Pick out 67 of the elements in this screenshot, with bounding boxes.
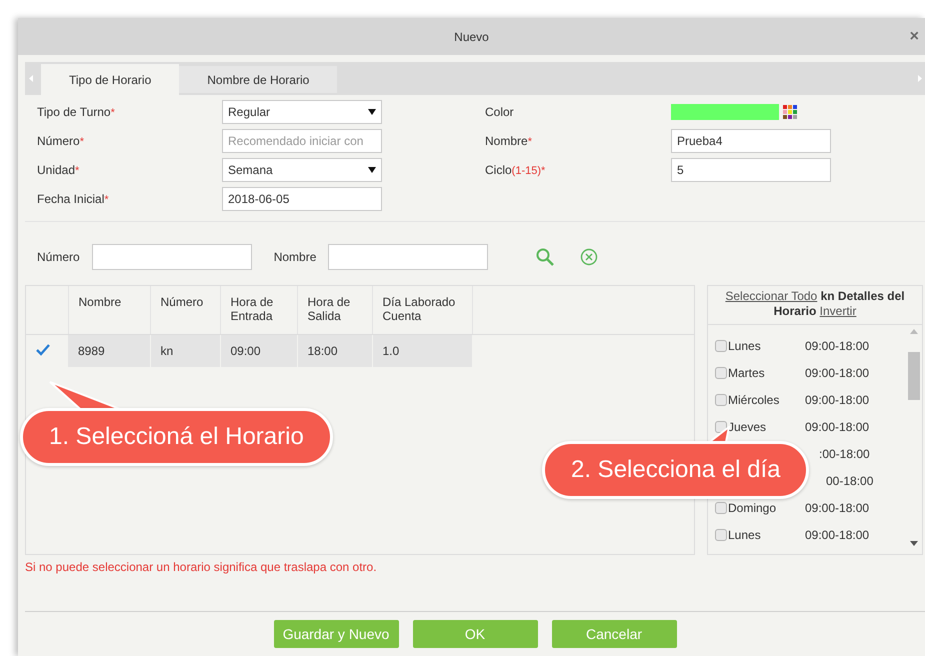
color-swatch[interactable] (671, 104, 779, 120)
dropdown-caret-icon (368, 167, 376, 173)
day-name: Martes (728, 366, 765, 380)
select-all-link[interactable]: Seleccionar Todo (725, 289, 818, 303)
panel-header-text: Seleccionar Todo kn Detalles del Horario Invertir (708, 286, 922, 325)
input-field[interactable]: 2018-06-05 (222, 187, 382, 211)
table-cell: 09:00 (220, 334, 297, 366)
search-field[interactable] (92, 244, 252, 270)
table-cell: kn (150, 334, 220, 366)
tab[interactable]: Tipo de Horario (41, 64, 180, 95)
time-range: 09:00-18:00 (805, 528, 870, 542)
input-field[interactable]: Prueba4 (671, 129, 831, 153)
day-checkbox[interactable] (715, 366, 727, 378)
time-range: 09:00-18:00 (805, 392, 870, 406)
search-icon[interactable] (536, 248, 554, 266)
table-cell: 18:00 (297, 334, 372, 366)
column-header: Hora de Entrada (220, 286, 297, 334)
day-name: Lunes (728, 528, 761, 542)
field-label: Tipo de Turno* (37, 105, 116, 119)
color-palette-icon[interactable] (783, 105, 799, 119)
search-label: Número (37, 250, 80, 264)
column-header: Número (150, 286, 220, 334)
column-header: Hora de Salida (297, 286, 372, 334)
dropdown[interactable]: Regular (222, 100, 382, 124)
tab[interactable]: Nombre de Horario (179, 66, 338, 93)
input-field[interactable]: 5 (671, 158, 831, 182)
clear-icon[interactable] (580, 248, 598, 266)
window-title: Nuevo (454, 30, 489, 44)
search-field[interactable] (328, 244, 488, 270)
day-name: Jueves (728, 420, 766, 434)
input-field[interactable]: Recomendado iniciar con (222, 129, 382, 153)
day-checkbox[interactable] (715, 340, 727, 352)
invert-link[interactable]: Invertir (820, 304, 856, 318)
column-header: Día Laborado Cuenta (372, 286, 472, 334)
warning-text: Si no puede seleccionar un horario significa que traslapa con otro. (25, 560, 378, 574)
time-range: :00-18:00 (819, 446, 870, 460)
day-checkbox[interactable] (715, 420, 727, 432)
row-checkbox[interactable] (36, 342, 50, 356)
time-range: 09:00-18:00 (805, 338, 870, 352)
search-label: Nombre (274, 250, 316, 264)
dropdown[interactable]: Semana (222, 158, 382, 182)
day-checkbox[interactable] (715, 502, 727, 514)
time-range: 09:00-18:00 (805, 500, 870, 514)
dropdown-caret-icon (368, 109, 376, 115)
field-label: Nombre* (485, 134, 533, 148)
day-checkbox[interactable] (715, 394, 727, 406)
field-label: Unidad* (37, 163, 80, 177)
scroll-right-icon[interactable] (918, 75, 922, 82)
table-cell: 1.0 (372, 334, 472, 366)
day-name: Domingo (728, 500, 776, 514)
time-range: 09:00-18:00 (805, 366, 870, 380)
day-name: Lunes (728, 338, 761, 352)
time-range: 09:00-18:00 (805, 420, 870, 434)
close-button[interactable]: × (910, 28, 919, 46)
scroll-left-icon[interactable] (29, 75, 33, 82)
time-range: 00-18:00 (826, 474, 874, 488)
day-name: Miércoles (728, 392, 780, 406)
field-label: Color (485, 105, 515, 119)
scrollbar-thumb[interactable] (908, 352, 920, 400)
field-label: Fecha Inicial* (37, 192, 110, 206)
table-cell: 8989 (68, 334, 150, 366)
field-label: Número* (37, 134, 85, 148)
day-checkbox[interactable] (715, 528, 727, 540)
scroll-up-icon[interactable] (910, 329, 918, 334)
scroll-down-icon[interactable] (910, 541, 918, 546)
column-header: Nombre (68, 286, 150, 334)
field-label: Ciclo(1-15)* (485, 163, 546, 177)
